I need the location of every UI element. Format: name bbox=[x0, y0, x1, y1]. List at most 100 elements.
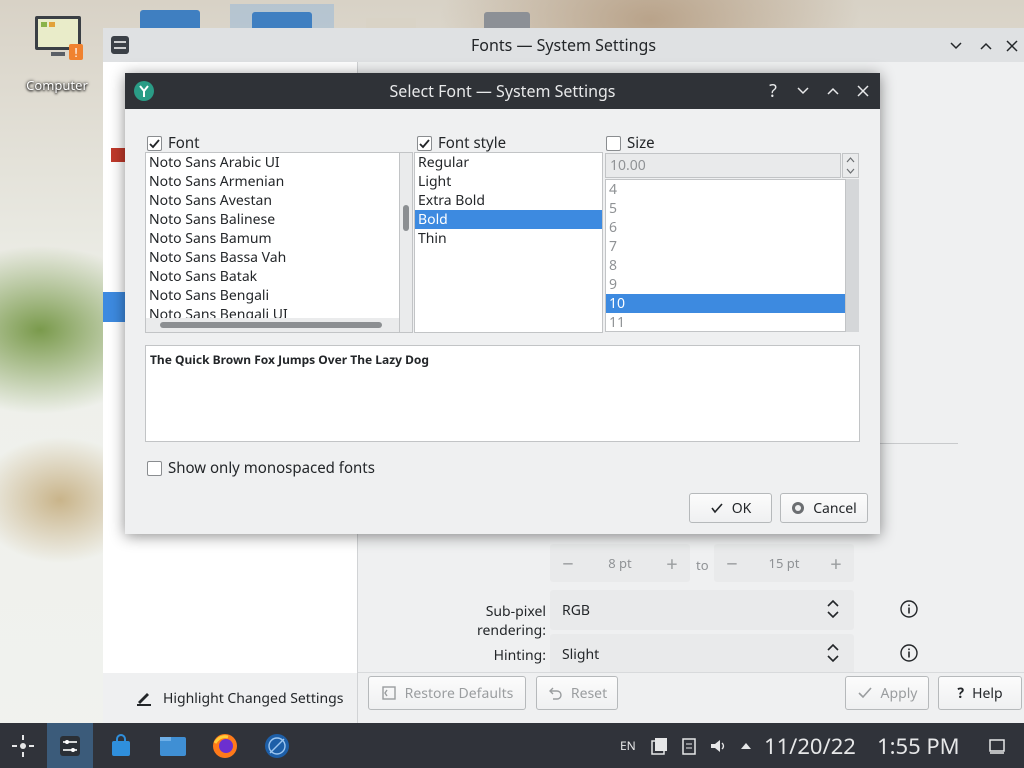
taskbar-firefox[interactable] bbox=[202, 723, 248, 768]
vertical-scrollbar[interactable] bbox=[846, 179, 859, 332]
scrollbar-handle[interactable] bbox=[160, 322, 382, 328]
close-icon[interactable] bbox=[1004, 37, 1020, 59]
increment-icon[interactable]: + bbox=[818, 550, 854, 577]
horizontal-scrollbar[interactable] bbox=[146, 318, 400, 332]
font-list-item[interactable]: Noto Sans Balinese bbox=[146, 210, 400, 229]
apply-button[interactable]: Apply bbox=[845, 676, 929, 710]
help-button[interactable]: ? Help bbox=[938, 676, 1022, 710]
font-list-item[interactable]: Noto Sans Bamum bbox=[146, 229, 400, 248]
style-list-item[interactable]: Extra Bold bbox=[415, 191, 602, 210]
scrollbar-handle[interactable] bbox=[403, 205, 409, 231]
size-input-value: 10.00 bbox=[610, 156, 646, 175]
max-size-spinbox[interactable]: − 15 pt + bbox=[714, 544, 854, 582]
subpixel-label: Sub-pixel rendering: bbox=[477, 602, 546, 640]
document-icon bbox=[366, 18, 416, 28]
highlight-changed-settings-button[interactable]: Highlight Changed Settings bbox=[103, 673, 357, 723]
font-checkbox[interactable]: Font bbox=[147, 133, 200, 153]
taskbar-discover[interactable] bbox=[98, 723, 144, 768]
store-bag-icon bbox=[112, 733, 130, 756]
time-label: 1:55 PM bbox=[877, 730, 960, 761]
taskbar-file-manager[interactable] bbox=[150, 723, 196, 768]
keyboard-layout-indicator[interactable]: EN bbox=[620, 723, 636, 768]
maximize-icon[interactable] bbox=[978, 37, 994, 59]
clock-date[interactable]: 11/20/22 bbox=[764, 723, 856, 768]
taskbar-network-app[interactable] bbox=[254, 723, 300, 768]
font-list-items: Noto Sans Arabic UI Noto Sans Armenian Not… bbox=[146, 153, 400, 324]
taskbar: EN 11/20/22 1:55 PM bbox=[0, 723, 1024, 768]
decrement-icon[interactable]: − bbox=[714, 550, 750, 577]
vertical-scrollbar[interactable] bbox=[399, 152, 413, 333]
style-list-item[interactable]: Regular bbox=[415, 153, 602, 172]
size-list-item[interactable]: 4 bbox=[606, 180, 845, 199]
font-list-item[interactable]: Noto Sans Bassa Vah bbox=[146, 248, 400, 267]
folder-icon bbox=[160, 736, 186, 756]
decrement-icon[interactable]: − bbox=[550, 550, 586, 577]
increment-icon[interactable]: + bbox=[654, 550, 690, 577]
restore-defaults-button[interactable]: Restore Defaults bbox=[368, 676, 526, 710]
restore-icon bbox=[381, 686, 396, 700]
size-list-item[interactable]: 11 bbox=[606, 313, 845, 331]
dialog-titlebar: Select Font — System Settings ? bbox=[125, 73, 880, 109]
spin-arrows-icon[interactable] bbox=[842, 153, 859, 178]
style-list-item[interactable]: Bold bbox=[415, 210, 602, 229]
select-font-dialog: Select Font — System Settings ? Font Fon… bbox=[125, 73, 880, 534]
size-list-item[interactable]: 8 bbox=[606, 256, 845, 275]
show-desktop-icon[interactable] bbox=[988, 723, 1006, 768]
size-spinbox[interactable]: 10.00 bbox=[605, 153, 859, 178]
font-style-checkbox[interactable]: Font style bbox=[417, 133, 506, 153]
font-preview[interactable]: The Quick Brown Fox Jumps Over The Lazy … bbox=[145, 345, 860, 442]
subpixel-combobox[interactable]: RGB bbox=[550, 590, 854, 630]
font-list-item[interactable]: Noto Sans Armenian bbox=[146, 172, 400, 191]
font-family-list[interactable]: Noto Sans Arabic UI Noto Sans Armenian Not… bbox=[145, 152, 400, 333]
taskbar-system-settings[interactable] bbox=[47, 723, 93, 768]
info-icon[interactable] bbox=[900, 600, 918, 618]
reset-button[interactable]: Reset bbox=[536, 676, 618, 710]
desktop-icon-label: Computer bbox=[26, 76, 88, 94]
font-list-item[interactable]: Noto Sans Arabic UI bbox=[146, 153, 400, 172]
min-size-spinbox[interactable]: − 8 pt + bbox=[550, 544, 690, 582]
cancel-icon bbox=[792, 502, 805, 514]
sidebar-item-icon bbox=[111, 148, 125, 162]
size-list-item[interactable]: 10 bbox=[606, 294, 845, 313]
tray-expand-icon[interactable] bbox=[738, 723, 754, 768]
cancel-button[interactable]: Cancel bbox=[780, 493, 868, 523]
font-style-column-label: Font style bbox=[438, 133, 507, 153]
application-launcher[interactable] bbox=[0, 723, 46, 768]
font-list-item[interactable]: Noto Sans Bengali bbox=[146, 286, 400, 305]
highlight-changed-label: Highlight Changed Settings bbox=[163, 688, 344, 708]
size-list-item[interactable]: 6 bbox=[606, 218, 845, 237]
desktop-icon-computer[interactable]: ! Computer bbox=[18, 14, 96, 94]
style-list-item[interactable]: Thin bbox=[415, 229, 602, 248]
minimize-icon[interactable] bbox=[792, 80, 814, 102]
folder-icon bbox=[140, 10, 200, 30]
close-icon[interactable] bbox=[852, 80, 874, 102]
ok-button[interactable]: OK bbox=[689, 493, 772, 523]
maximize-icon[interactable] bbox=[822, 80, 844, 102]
globe-icon bbox=[265, 733, 289, 758]
hinting-combobox[interactable]: Slight bbox=[550, 634, 854, 674]
size-list-item[interactable]: 7 bbox=[606, 237, 845, 256]
monospace-checkbox[interactable]: Show only monospaced fonts bbox=[147, 458, 375, 478]
font-style-list[interactable]: Regular Light Extra Bold Bold Thin bbox=[414, 152, 603, 333]
font-list-item[interactable]: Noto Sans Batak bbox=[146, 267, 400, 286]
help-question-icon[interactable]: ? bbox=[762, 79, 784, 103]
size-list[interactable]: 4 5 6 7 8 9 10 11 bbox=[605, 179, 846, 332]
sidebar-selected-item[interactable] bbox=[103, 292, 125, 322]
size-list-item[interactable]: 5 bbox=[606, 199, 845, 218]
info-icon[interactable] bbox=[900, 644, 918, 662]
launcher-icon bbox=[12, 734, 34, 757]
style-list-item[interactable]: Light bbox=[415, 172, 602, 191]
notes-icon[interactable] bbox=[681, 723, 697, 768]
volume-icon[interactable] bbox=[709, 723, 727, 768]
font-list-item[interactable]: Noto Sans Avestan bbox=[146, 191, 400, 210]
clipboard-icon[interactable] bbox=[650, 723, 668, 768]
checkbox-checked-icon bbox=[417, 135, 432, 151]
settings-app-icon bbox=[111, 36, 129, 59]
date-label: 11/20/22 bbox=[764, 730, 856, 761]
minimize-icon[interactable] bbox=[948, 37, 964, 59]
clock-time[interactable]: 1:55 PM bbox=[877, 723, 960, 768]
size-checkbox[interactable]: Size bbox=[606, 133, 655, 153]
firefox-icon bbox=[213, 733, 237, 758]
size-list-items: 4 5 6 7 8 9 10 11 bbox=[606, 180, 845, 331]
size-list-item[interactable]: 9 bbox=[606, 275, 845, 294]
